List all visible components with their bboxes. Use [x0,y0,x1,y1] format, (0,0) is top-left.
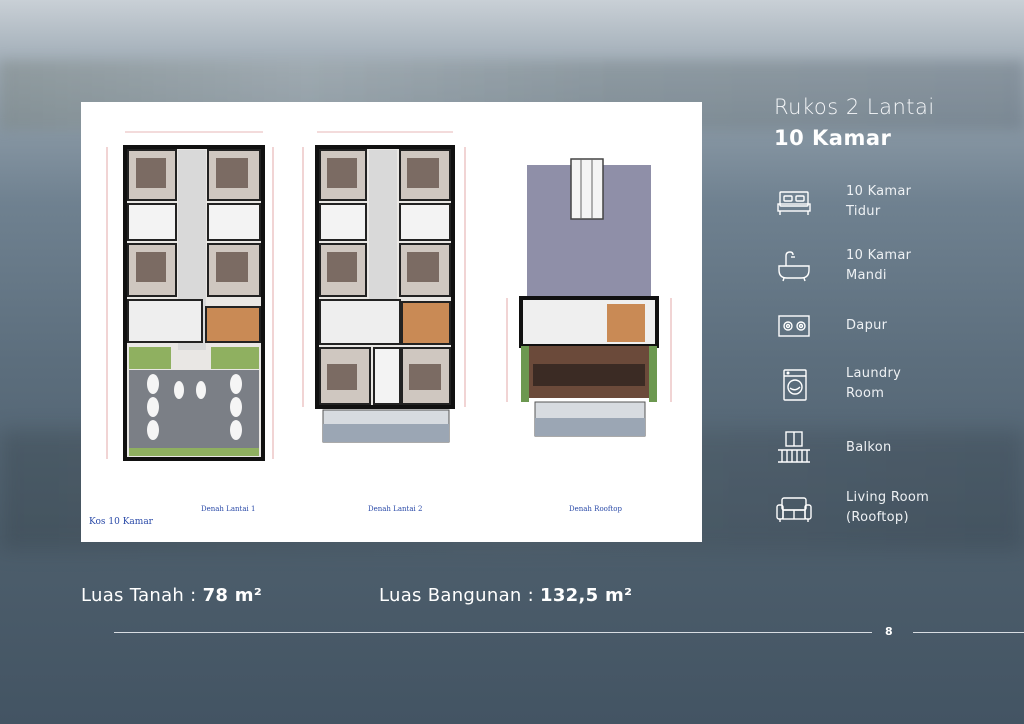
building-area-label: Luas Bangunan : [379,585,541,606]
land-area: Luas Tanah : 78 m² [81,585,262,606]
plan-label-rooftop: Denah Rooftop [569,505,622,513]
page-title-line2: 10 Kamar [774,126,892,150]
land-area-label: Luas Tanah : [81,585,203,606]
feature-label: Living Room (Rooftop) [846,490,930,525]
floor-plan-1 [123,145,265,461]
building-area-value: 132,5 m² [540,585,633,606]
balcony-icon [778,431,810,463]
page-number: 8 [885,625,893,638]
feature-bedroom: 10 Kamar Tidur [760,182,1000,226]
stove-icon [778,315,810,337]
floor-plan-card: Denah Lantai 1 Denah Lantai 2 Denah Roof… [81,102,702,542]
washing-machine-icon [783,369,807,401]
feature-label: Laundry Room [846,366,902,401]
feature-label: Dapur [846,318,888,333]
land-area-value: 78 m² [202,585,263,606]
plan-label-floor-1: Denah Lantai 1 [201,505,256,513]
footer-rule-right [913,632,1024,633]
feature-laundry: Laundry Room [760,366,1000,410]
plan-note: Kos 10 Kamar [89,517,153,527]
feature-balcony: Balkon [760,428,1000,472]
sofa-icon [776,497,812,522]
feature-bathroom: 10 Kamar Mandi [760,246,1000,290]
bed-icon [777,191,811,215]
feature-label: 10 Kamar Mandi [846,248,912,283]
page-title-line1: Rukos 2 Lantai [774,95,935,119]
floor-plan-drawing [106,131,672,461]
feature-kitchen: Dapur [760,306,1000,350]
footer-rule-left [114,632,872,633]
floor-plan-2 [315,145,455,443]
bathtub-icon [778,251,810,282]
feature-label: Balkon [846,440,892,455]
building-area: Luas Bangunan : 132,5 m² [379,585,632,606]
floor-plan-rooftop [519,158,659,437]
plan-label-floor-2: Denah Lantai 2 [368,505,423,513]
feature-label: 10 Kamar Tidur [846,184,912,219]
feature-living-room: Living Room (Rooftop) [760,490,1000,534]
